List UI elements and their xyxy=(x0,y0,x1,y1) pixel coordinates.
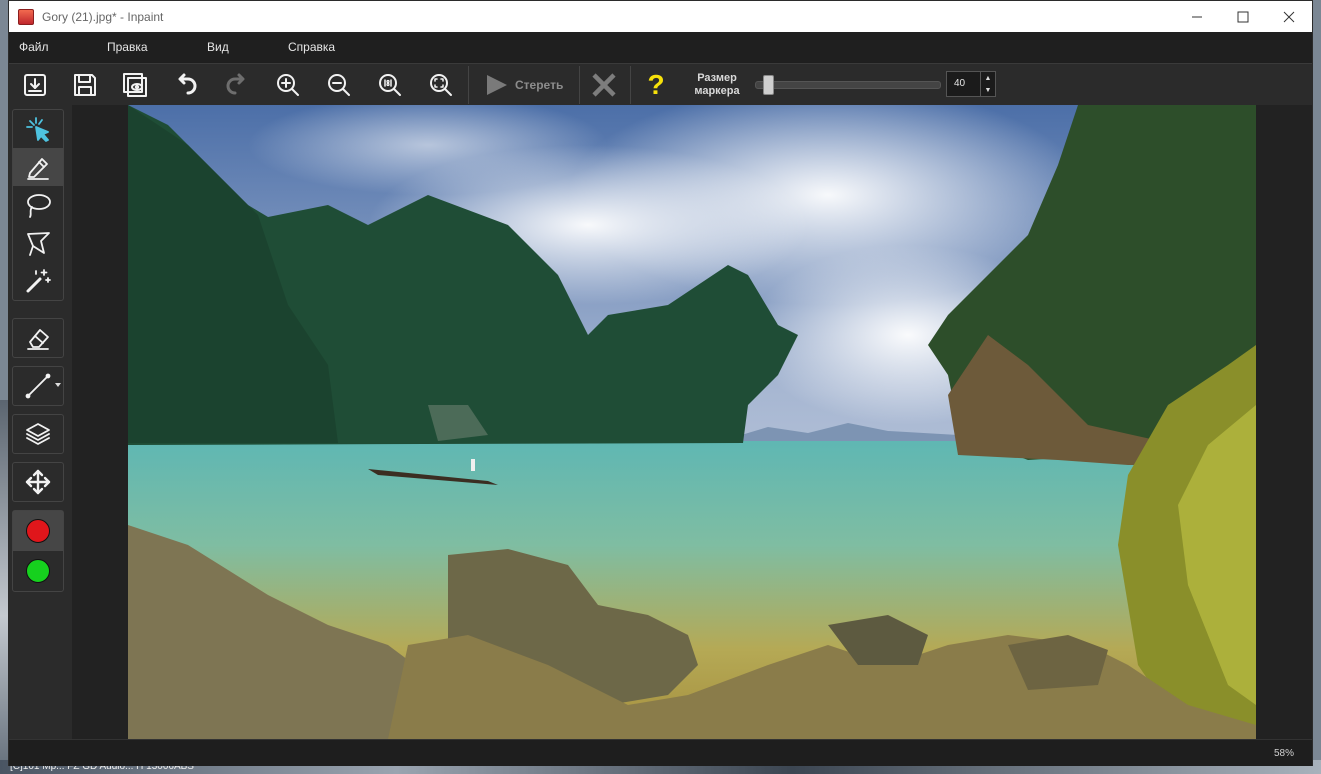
toolbar-separator xyxy=(468,66,469,104)
save-as-preview-icon xyxy=(123,73,147,97)
menu-edit[interactable]: Правка xyxy=(107,40,148,54)
cross-icon xyxy=(592,73,616,97)
layers-tool[interactable] xyxy=(13,415,63,453)
canvas-area[interactable] xyxy=(72,105,1312,739)
menu-view[interactable]: Вид xyxy=(207,40,229,54)
marker-tool[interactable] xyxy=(13,148,63,186)
zoom-fit-icon xyxy=(430,74,452,96)
window-controls xyxy=(1174,1,1312,32)
close-button[interactable] xyxy=(1266,1,1312,32)
color-group xyxy=(12,510,64,592)
eraser-tool[interactable] xyxy=(13,319,63,357)
line-tool[interactable] xyxy=(13,367,63,405)
green-color-button[interactable] xyxy=(13,551,63,591)
red-color-button[interactable] xyxy=(13,511,63,551)
save-as-preview-button[interactable] xyxy=(118,68,152,102)
minimize-icon xyxy=(1192,16,1202,17)
menu-file[interactable]: Файл xyxy=(19,40,49,54)
redo-icon xyxy=(226,73,245,95)
title-bar[interactable]: Gory (21).jpg* - Inpaint xyxy=(9,1,1312,32)
menu-help[interactable]: Справка xyxy=(288,40,335,54)
redo-button[interactable] xyxy=(220,68,254,102)
marker-size-label: Размер маркера xyxy=(694,72,740,97)
lasso-tool[interactable] xyxy=(13,186,63,224)
line-icon xyxy=(25,373,51,399)
undo-button[interactable] xyxy=(169,68,203,102)
zoom-in-button[interactable] xyxy=(271,68,305,102)
spin-up-icon[interactable]: ▲ xyxy=(981,72,995,84)
layers-icon xyxy=(26,423,50,445)
undo-icon xyxy=(178,73,197,95)
move-group xyxy=(12,462,64,502)
zoom-out-button[interactable] xyxy=(322,68,356,102)
maximize-icon xyxy=(1237,11,1249,22)
chevron-down-icon[interactable] xyxy=(55,383,61,387)
zoom-level: 58% xyxy=(1273,748,1294,759)
landscape-photo xyxy=(128,105,1256,739)
zoom-fit-button[interactable] xyxy=(424,68,458,102)
toolbar-separator xyxy=(630,66,631,104)
marker-size-slider[interactable] xyxy=(755,75,941,95)
zoom-in-icon xyxy=(277,74,299,96)
zoom-actual-button[interactable] xyxy=(373,68,407,102)
selection-tools-group xyxy=(12,109,64,301)
toolbar-separator xyxy=(579,66,580,104)
tools-sidebar xyxy=(9,105,72,745)
open-icon xyxy=(24,74,46,96)
cancel-button[interactable] xyxy=(587,68,621,102)
selection-icon xyxy=(26,117,49,142)
line-group xyxy=(12,366,64,406)
marker-icon xyxy=(27,158,49,180)
save-icon xyxy=(74,74,96,96)
marker-size-value[interactable]: 40 xyxy=(954,78,965,89)
window-title: Gory (21).jpg* - Inpaint xyxy=(42,9,164,24)
open-button[interactable] xyxy=(18,68,52,102)
close-icon xyxy=(1283,11,1295,22)
green-color-swatch xyxy=(26,559,50,583)
polygon-lasso-icon xyxy=(27,232,50,256)
marker-size-spinbox[interactable]: 40 ▲ ▼ xyxy=(946,71,996,97)
help-button[interactable]: ? xyxy=(639,68,673,102)
save-button[interactable] xyxy=(68,68,102,102)
lasso-icon xyxy=(27,194,51,218)
magic-wand-icon xyxy=(26,269,51,293)
zoom-out-icon xyxy=(328,74,350,96)
status-bar: 58% xyxy=(9,739,1312,766)
app-icon xyxy=(18,8,34,25)
help-icon: ? xyxy=(647,69,665,100)
maximize-button[interactable] xyxy=(1220,1,1266,32)
layers-group xyxy=(12,414,64,454)
desktop-background xyxy=(0,400,8,760)
red-color-swatch xyxy=(26,519,50,543)
menu-bar: Файл Правка Вид Справка xyxy=(9,32,1312,62)
move-icon xyxy=(25,469,51,495)
erase-label: Стереть xyxy=(515,78,564,92)
minimize-button[interactable] xyxy=(1174,1,1220,32)
zoom-actual-size-icon xyxy=(379,74,401,96)
slider-thumb[interactable] xyxy=(763,75,774,95)
toolbar: Стереть ? Размер маркера 40 ▲ ▼ xyxy=(9,63,1312,107)
app-window: Gory (21).jpg* - Inpaint Файл Правка Вид… xyxy=(8,0,1313,766)
play-icon xyxy=(487,75,507,95)
eraser-group xyxy=(12,318,64,358)
spin-down-icon[interactable]: ▼ xyxy=(981,84,995,96)
magic-wand-tool[interactable] xyxy=(13,262,63,300)
move-tool[interactable] xyxy=(13,463,63,501)
selection-tool[interactable] xyxy=(13,110,63,148)
erase-button[interactable]: Стереть xyxy=(477,68,577,102)
eraser-icon xyxy=(27,329,49,350)
polygon-lasso-tool[interactable] xyxy=(13,224,63,262)
spin-arrows: ▲ ▼ xyxy=(980,72,995,96)
image-canvas[interactable] xyxy=(128,105,1256,739)
